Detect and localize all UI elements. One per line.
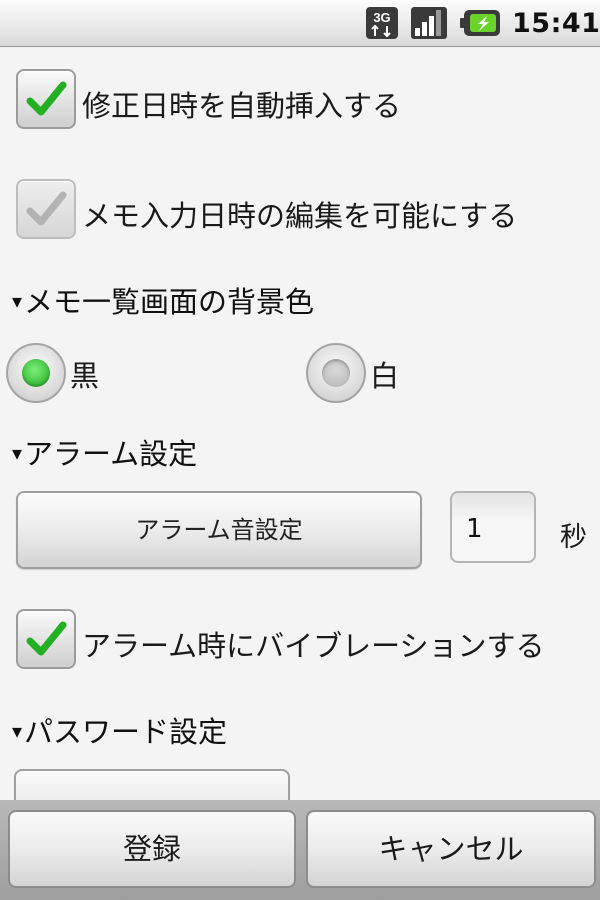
checkmark-icon [26,621,67,656]
alarm-title-text: アラーム設定 [24,437,198,471]
radio-empty-icon [322,359,350,387]
alarm-seconds-input[interactable]: 1 [450,491,536,563]
background-color-section-title: ▾メモ一覧画面の背景色 [12,279,314,321]
clock: 15:41 [512,8,600,39]
bottom-action-bar: 登録 キャンセル [0,800,600,900]
network-3g-icon: 3G [366,7,398,39]
password-setting-button[interactable] [14,769,290,800]
cancel-button[interactable]: キャンセル [306,810,596,888]
checkmark-icon [26,81,67,116]
auto-insert-date-checkbox[interactable] [16,69,76,129]
svg-text:3G: 3G [373,10,390,25]
signal-strength-icon [411,7,447,39]
alarm-sound-button[interactable]: アラーム音設定 [16,491,422,569]
seconds-unit-label: 秒 [560,522,587,553]
collapse-triangle-icon: ▾ [12,289,23,313]
background-color-title-text: メモ一覧画面の背景色 [24,285,315,319]
background-black-radio[interactable] [6,343,66,403]
checkmark-icon [26,191,67,226]
battery-charging-icon [460,10,500,36]
editable-memo-date-label[interactable]: メモ入力日時の編集を可能にする [82,193,517,235]
alarm-section-title: ▾アラーム設定 [12,431,197,473]
collapse-triangle-icon: ▾ [12,441,23,465]
settings-scroll-area[interactable]: 修正日時を自動挿入する メモ入力日時の編集を可能にする ▾メモ一覧画面の背景色 … [0,47,600,800]
editable-memo-date-checkbox[interactable] [16,179,76,239]
vibration-label[interactable]: アラーム時にバイブレーションする [82,623,545,665]
collapse-triangle-icon: ▾ [12,719,23,743]
vibration-checkbox[interactable] [16,609,76,669]
status-bar: 3G 15:41 [0,0,600,47]
password-section-title: ▾パスワード設定 [12,709,227,751]
auto-insert-date-label[interactable]: 修正日時を自動挿入する [82,83,401,125]
password-title-text: パスワード設定 [24,715,228,749]
background-white-radio[interactable] [306,343,366,403]
register-button[interactable]: 登録 [8,810,296,888]
background-white-label[interactable]: 白 [370,353,399,395]
background-black-label[interactable]: 黒 [70,353,99,395]
radio-selected-dot-icon [22,359,50,387]
